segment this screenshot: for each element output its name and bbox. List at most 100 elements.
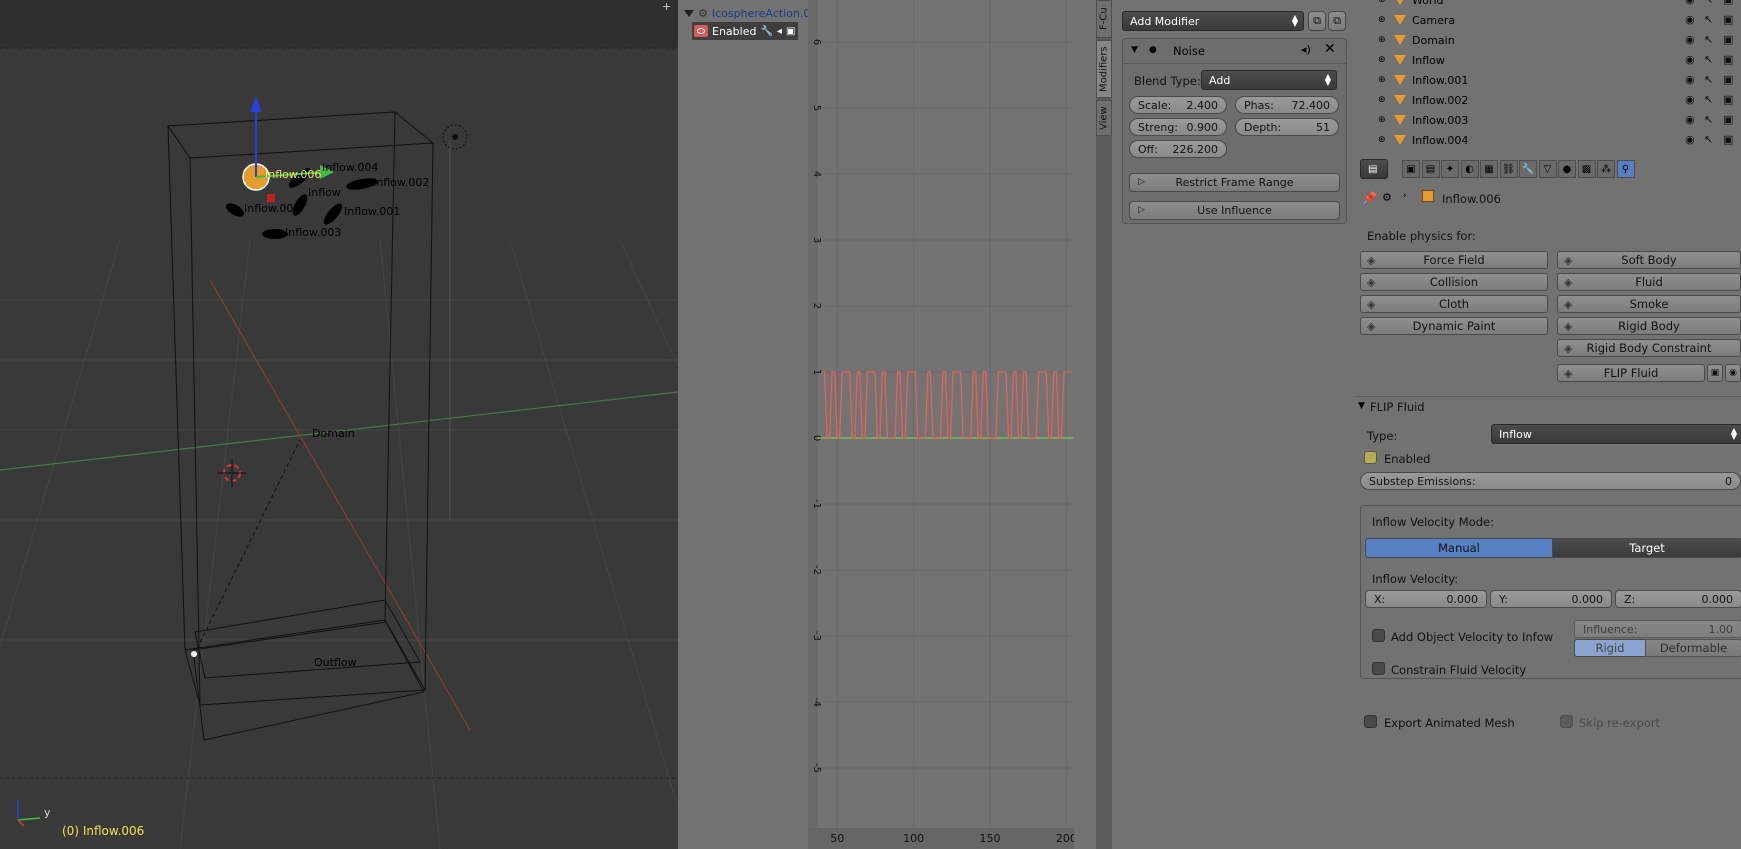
substep-emissions-field[interactable]: Substep Emissions: 0	[1360, 472, 1741, 490]
flip-type-dropdown[interactable]: Inflow ▲ ▼	[1491, 424, 1741, 444]
restrict-frame-range-button[interactable]: ▷ Restrict Frame Range	[1129, 173, 1340, 192]
paste-modifiers-button[interactable]: ⧉	[1328, 11, 1346, 31]
tab-physics[interactable]: ⚲	[1616, 160, 1635, 178]
editor-type-dropdown[interactable]: ▤	[1360, 159, 1388, 179]
outliner[interactable]: ⊕World◉↖▣⊕Camera◉↖▣⊕Domain◉↖▣⊕Inflow◉↖▣⊕…	[1350, 0, 1741, 156]
render-camera-icon[interactable]: ▣	[1723, 0, 1733, 6]
outliner-row[interactable]: ⊕ Camera ◉ ↖ ▣	[1350, 10, 1741, 30]
mode-manual-button[interactable]: Manual	[1365, 538, 1553, 558]
physics-button[interactable]: ◈ Fluid	[1557, 273, 1741, 291]
selectability-cursor-icon[interactable]: ↖	[1704, 0, 1713, 6]
tab-texture[interactable]: ▩	[1577, 160, 1596, 178]
expand-plus-icon[interactable]: ⊕	[1378, 95, 1386, 105]
channel-enabled-row[interactable]: Enabled 🔧 ◂ ▣	[692, 22, 798, 40]
blend-type-dropdown[interactable]: Add ▲ ▼	[1201, 70, 1337, 90]
offset-field[interactable]: Off: 226.200	[1129, 140, 1227, 158]
enabled-checkbox[interactable]	[1364, 451, 1377, 464]
selectability-cursor-icon[interactable]: ↖	[1704, 133, 1713, 146]
flip-fluid-panel-header[interactable]: ▼ FLIP Fluid	[1354, 396, 1741, 419]
delete-modifier-close-icon[interactable]: ✕	[1324, 41, 1336, 57]
expand-plus-icon[interactable]: ⊕	[1378, 115, 1386, 125]
export-mesh-checkbox[interactable]	[1364, 715, 1377, 728]
use-influence-button[interactable]: ▷ Use Influence	[1129, 201, 1340, 220]
graph-editor[interactable]: ⚙ IcosphereAction.0 Enabled 🔧 ◂ ▣ 6 5 4 3 2 1…	[678, 0, 1098, 849]
outliner-row[interactable]: ⊕ Domain ◉ ↖ ▣	[1350, 30, 1741, 50]
outliner-row[interactable]: ⊕ Inflow.001 ◉ ↖ ▣	[1350, 70, 1741, 90]
lock-icon[interactable]: ▣	[786, 26, 795, 37]
selectability-cursor-icon[interactable]: ↖	[1704, 93, 1713, 106]
render-camera-icon[interactable]: ▣	[1723, 133, 1733, 146]
render-camera-icon[interactable]: ▣	[1723, 53, 1733, 66]
outliner-row-name[interactable]: Camera	[1412, 14, 1455, 27]
outliner-row-name[interactable]: Inflow.004	[1412, 134, 1468, 147]
physics-button[interactable]: ◈ Smoke	[1557, 295, 1741, 313]
visibility-eye-icon[interactable]: ◉	[1685, 13, 1695, 26]
active-radio-icon[interactable]: ●	[1149, 45, 1157, 55]
pin-icon[interactable]: 📌	[1362, 191, 1377, 205]
render-camera-icon[interactable]: ▣	[1723, 13, 1733, 26]
tab-modifiers[interactable]: Modifiers	[1096, 40, 1112, 98]
flip-render-toggle-button[interactable]: ▣	[1707, 364, 1723, 382]
selectability-cursor-icon[interactable]: ↖	[1704, 13, 1713, 26]
tab-modifiers[interactable]: 🔧	[1519, 160, 1537, 178]
expand-plus-icon[interactable]: ⊕	[1378, 35, 1386, 45]
visibility-eye-icon[interactable]: ◉	[1685, 113, 1695, 126]
physics-button[interactable]: ◈ FLIP Fluid	[1557, 364, 1705, 382]
physics-button[interactable]: ◈ Soft Body	[1557, 251, 1741, 269]
velocity-z-field[interactable]: Z: 0.000	[1615, 590, 1741, 608]
tab-world[interactable]: ◐	[1460, 160, 1479, 178]
outliner-row[interactable]: ⊕ Inflow.004 ◉ ↖ ▣	[1350, 130, 1741, 150]
viewport-canvas[interactable]: Inflow.006 Inflow.004 Inflow.002 Inflow …	[0, 0, 678, 849]
graph-canvas[interactable]: 6543210-1-2-3-4-5 50 100 150 200	[808, 0, 1074, 849]
visibility-eye-icon[interactable]: ◉	[1685, 53, 1695, 66]
add-object-velocity-checkbox[interactable]	[1372, 629, 1385, 642]
selectability-cursor-icon[interactable]: ↖	[1704, 113, 1713, 126]
channel-list[interactable]: ⚙ IcosphereAction.0 Enabled 🔧 ◂ ▣	[678, 0, 810, 849]
phase-field[interactable]: Phas: 72.400	[1235, 96, 1339, 114]
outliner-row-name[interactable]: Inflow.001	[1412, 74, 1468, 87]
outliner-row[interactable]: ⊕ World ◉ ↖ ▣	[1350, 0, 1741, 10]
3d-viewport[interactable]: Inflow.006 Inflow.004 Inflow.002 Inflow …	[0, 0, 678, 849]
expand-plus-icon[interactable]: ⊕	[1378, 0, 1386, 5]
physics-button[interactable]: ◈ Cloth	[1360, 295, 1548, 313]
constrain-velocity-checkbox[interactable]	[1372, 662, 1385, 675]
wrench-icon[interactable]: 🔧	[760, 26, 772, 37]
tab-material[interactable]: ●	[1558, 160, 1576, 178]
flip-visibility-toggle-button[interactable]: ◉	[1725, 364, 1741, 382]
tab-particles[interactable]: ⁂	[1597, 160, 1615, 178]
physics-button[interactable]: ◈ Dynamic Paint	[1360, 317, 1548, 335]
outliner-row-name[interactable]: World	[1412, 0, 1444, 7]
tab-fcurve[interactable]: F-Cu	[1096, 0, 1112, 38]
noise-header[interactable]: ▼ ● Noise ◂) ✕	[1123, 39, 1346, 64]
outliner-row[interactable]: ⊕ Inflow.002 ◉ ↖ ▣	[1350, 90, 1741, 110]
collapse-triangle-icon[interactable]: ▼	[1358, 401, 1365, 411]
add-modifier-dropdown[interactable]: Add Modifier ▲ ▼	[1122, 11, 1304, 31]
skip-reexport-checkbox[interactable]	[1560, 715, 1573, 728]
visibility-eye-icon[interactable]: ◉	[1685, 133, 1695, 146]
outliner-row[interactable]: ⊕ Inflow ◉ ↖ ▣	[1350, 50, 1741, 70]
viewport-corner-plus-icon[interactable]: +	[662, 0, 678, 16]
expand-plus-icon[interactable]: ⊕	[1378, 15, 1386, 25]
expand-plus-icon[interactable]: ⊕	[1378, 75, 1386, 85]
copy-modifiers-button[interactable]: ⧉	[1308, 11, 1326, 31]
tab-object[interactable]: ▦	[1480, 160, 1498, 178]
collapse-triangle-icon[interactable]: ▼	[1131, 45, 1138, 55]
scale-field[interactable]: Scale: 2.400	[1129, 96, 1227, 114]
noise-fcurve[interactable]	[822, 371, 1072, 439]
render-camera-icon[interactable]: ▣	[1723, 113, 1733, 126]
influence-field[interactable]: Influence: 1.00	[1574, 620, 1741, 638]
visibility-eye-icon[interactable]: ◉	[1685, 33, 1695, 46]
expand-plus-icon[interactable]: ⊕	[1378, 135, 1386, 145]
render-camera-icon[interactable]: ▣	[1723, 73, 1733, 86]
visibility-eye-icon[interactable]: ◉	[1685, 0, 1695, 6]
eye-icon[interactable]	[694, 25, 708, 37]
outliner-row-name[interactable]: Inflow	[1412, 54, 1445, 67]
velocity-y-field[interactable]: Y: 0.000	[1490, 590, 1612, 608]
outliner-row-name[interactable]: Inflow.002	[1412, 94, 1468, 107]
speaker-icon[interactable]: ◂	[777, 26, 782, 37]
velocity-x-field[interactable]: X: 0.000	[1365, 590, 1487, 608]
tab-scene[interactable]: ✦	[1441, 160, 1459, 178]
outliner-row-name[interactable]: Domain	[1412, 34, 1455, 47]
outliner-row-name[interactable]: Inflow.003	[1412, 114, 1468, 127]
expand-plus-icon[interactable]: ⊕	[1378, 55, 1386, 65]
